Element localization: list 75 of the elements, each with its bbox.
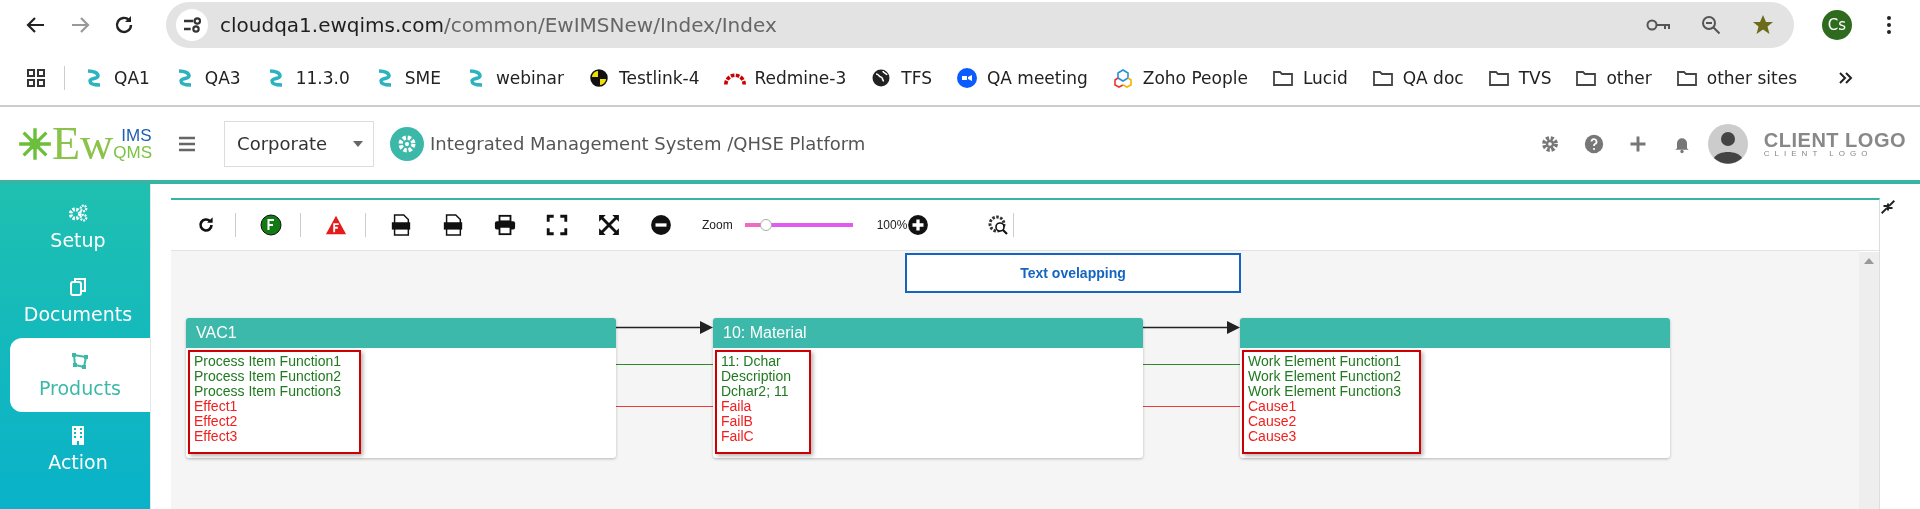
- function-text: Work Element Function2: [1248, 369, 1402, 384]
- svg-file-icon[interactable]: [390, 214, 412, 236]
- diagram-node[interactable]: 10: Material 11: Dchar Description Dchar2; 11 Faila FailB FailC: [713, 318, 1143, 458]
- help-icon[interactable]: [1583, 133, 1604, 154]
- bookmark[interactable]: other: [1575, 67, 1652, 88]
- gear-badge-icon: [390, 126, 425, 161]
- function-text: Process Item Function3: [194, 384, 342, 399]
- gears-icon: [67, 203, 89, 223]
- vector-shape-icon: [69, 351, 91, 371]
- slider-thumb[interactable]: [760, 219, 773, 231]
- url-text: cloudqa1.ewqims.com/common/EwIMSNew/Index/Index: [220, 13, 777, 37]
- client-logo: CLIENT LOGO CLIENT LOGO: [1763, 129, 1906, 158]
- copy-icon: [67, 277, 89, 297]
- settings-icon[interactable]: [1539, 133, 1560, 154]
- bookmark[interactable]: webinar: [464, 67, 564, 88]
- zoom-minus-icon[interactable]: [650, 214, 672, 236]
- more-bookmarks-icon[interactable]: [1837, 69, 1854, 86]
- function-text: Process Item Function1: [194, 354, 342, 369]
- f-warning-triangle-icon[interactable]: [325, 214, 347, 236]
- bookmark[interactable]: Redmine-3: [723, 67, 847, 88]
- menu-icon[interactable]: [1886, 15, 1892, 35]
- failure-text: Effect3: [194, 429, 238, 444]
- bookmark[interactable]: Zoho People: [1111, 67, 1248, 88]
- note-box[interactable]: Text ovelapping: [905, 253, 1241, 293]
- caret-icon: [353, 140, 364, 147]
- print-icon[interactable]: [494, 214, 516, 236]
- failure-text: Cause2: [1248, 414, 1297, 429]
- failure-text: Cause3: [1248, 429, 1297, 444]
- bookmark[interactable]: QA1: [83, 67, 150, 88]
- gear-search-icon[interactable]: [987, 214, 1010, 236]
- bookmark[interactable]: QA3: [173, 67, 241, 88]
- bookmark[interactable]: 11.3.0: [264, 67, 350, 88]
- failure-text: Effect2: [194, 414, 238, 429]
- video-logo-icon: [955, 67, 978, 88]
- expand-arrows-icon[interactable]: [598, 214, 620, 236]
- address-bar[interactable]: cloudqa1.ewqims.com/common/EwIMSNew/Index/Index: [166, 2, 1794, 48]
- bookmark[interactable]: TVS: [1487, 67, 1552, 88]
- node-title: VAC1: [196, 324, 237, 342]
- user-avatar-icon[interactable]: [1707, 123, 1748, 164]
- function-text: Process Item Function2: [194, 369, 342, 384]
- bookmark[interactable]: other sites: [1675, 67, 1798, 88]
- bookmark[interactable]: Testlink-4: [588, 67, 700, 88]
- app-title: Integrated Management System /QHSE Platform: [430, 133, 866, 154]
- diagram-node[interactable]: Work Element Function1 Work Element Function2 Work Element Function3 Cause1 Cause2 Cause3: [1240, 318, 1670, 458]
- bookmark[interactable]: QA doc: [1371, 67, 1464, 88]
- function-text: Dchar2; 11: [721, 384, 789, 399]
- cubes-icon: [1111, 67, 1134, 88]
- png-file-icon[interactable]: [442, 214, 464, 236]
- f-circle-icon[interactable]: [260, 214, 282, 236]
- failure-text: FailB: [721, 414, 753, 429]
- apps-grid-icon[interactable]: [26, 67, 46, 88]
- node-title: 10: Material: [723, 324, 807, 342]
- diagram-node[interactable]: VAC1 Process Item Function1 Process Item Function2 Process Item Function3 Effect1 Effect2 Effect3: [186, 318, 616, 458]
- function-text: Work Element Function3: [1248, 384, 1402, 399]
- failure-text: Faila: [721, 399, 752, 414]
- function-text: Description: [721, 369, 792, 384]
- bookmark[interactable]: SME: [373, 67, 441, 88]
- organization-dropdown[interactable]: Corporate: [224, 120, 375, 167]
- zoom-label: Zoom: [702, 218, 733, 232]
- failure-text: FailC: [721, 429, 754, 444]
- function-text: 11: Dchar: [721, 354, 781, 369]
- scrollbar[interactable]: [1859, 252, 1879, 509]
- function-text: Work Element Function1: [1248, 354, 1402, 369]
- collapse-icon[interactable]: [1879, 198, 1897, 216]
- target-icon: [588, 67, 610, 88]
- fullscreen-icon[interactable]: [546, 214, 568, 236]
- failure-text: Cause1: [1248, 399, 1297, 414]
- site-settings-icon[interactable]: [176, 9, 208, 41]
- bookmark[interactable]: QA meeting: [955, 67, 1088, 88]
- profile-avatar[interactable]: Cs: [1822, 10, 1852, 40]
- bookmark[interactable]: Lucid: [1271, 67, 1348, 88]
- zoom-plus-icon[interactable]: [907, 214, 930, 236]
- zoom-percentage: 100%: [876, 218, 908, 232]
- bookmark[interactable]: TFS: [870, 67, 932, 88]
- failure-text: Effect1: [194, 399, 238, 414]
